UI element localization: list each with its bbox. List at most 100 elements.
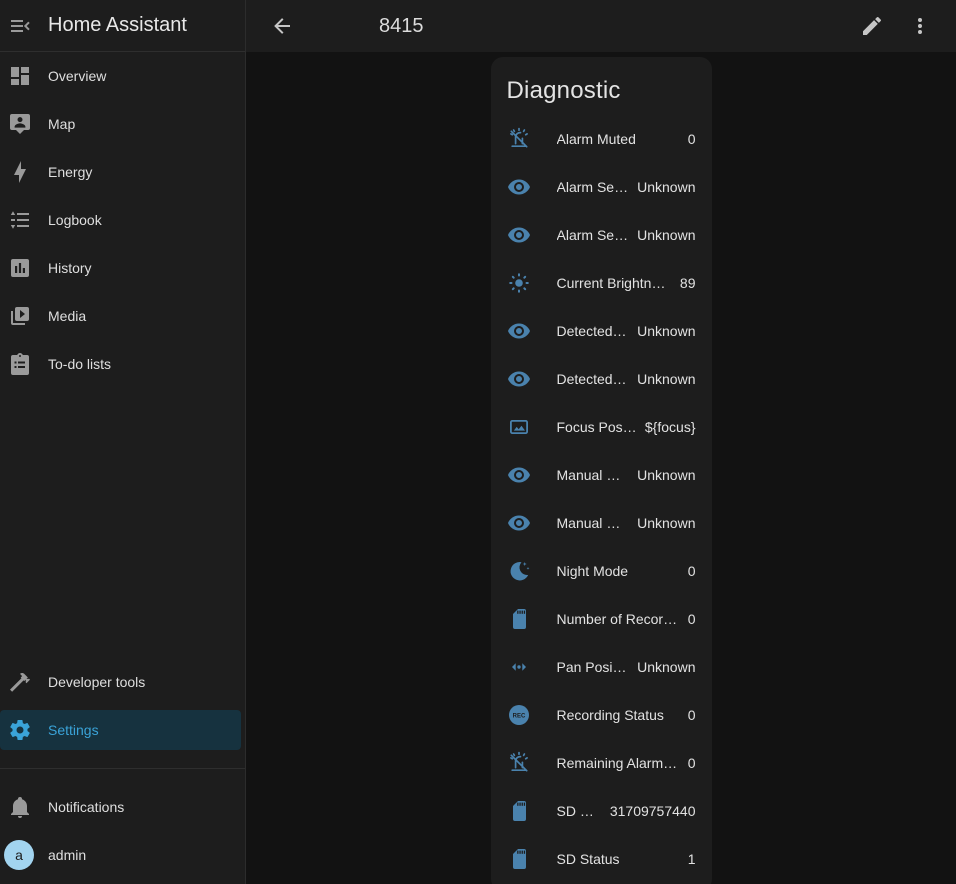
- main-area: 8415 Diagnostic Alarm Muted0Alarm Se…Unk…: [246, 0, 956, 884]
- sd-card-icon: [507, 847, 531, 871]
- alarm-light-off-icon: [507, 751, 531, 775]
- card-title: Diagnostic: [507, 77, 696, 105]
- svg-text:REC: REC: [512, 713, 525, 719]
- toolbar-actions: [860, 14, 932, 38]
- sidebar-item-label: Energy: [48, 164, 92, 180]
- entity-name: Pan Posit…: [557, 659, 630, 675]
- entity-row-recording-status[interactable]: RECRecording Status0: [507, 691, 696, 739]
- entity-name: Focus Pos…: [557, 419, 637, 435]
- entity-value: 31709757440: [610, 803, 696, 819]
- sidebar-item-notifications[interactable]: Notifications: [0, 787, 245, 827]
- entity-value: 0: [688, 707, 696, 723]
- sidebar-item-developer-tools[interactable]: Developer tools: [0, 662, 245, 702]
- entity-value: Unknown: [637, 467, 695, 483]
- tooltip-account-icon: [8, 112, 32, 136]
- sidebar-item-to-do-lists[interactable]: To-do lists: [0, 344, 245, 384]
- sidebar-item-media[interactable]: Media: [0, 296, 245, 336]
- entity-row-detected[interactable]: Detected … Unknown: [507, 307, 696, 355]
- eye-icon: [507, 319, 531, 343]
- entity-row-number-of-recor[interactable]: Number of Recor… 0: [507, 595, 696, 643]
- entity-list: Alarm Muted0Alarm Se…UnknownAlarm Se…Unk…: [507, 115, 696, 883]
- eye-icon: [507, 175, 531, 199]
- cog-icon: [8, 718, 32, 742]
- alarm-light-off-icon: [507, 127, 531, 151]
- entity-name: Current Brightne…: [557, 275, 672, 291]
- entity-row-focus-pos[interactable]: Focus Pos…${focus}: [507, 403, 696, 451]
- entity-value: Unknown: [637, 659, 695, 675]
- sidebar-item-label: History: [48, 260, 92, 276]
- entity-value: Unknown: [637, 323, 695, 339]
- overflow-menu-button[interactable]: [908, 14, 932, 38]
- sd-card-icon: [507, 607, 531, 631]
- entity-name: Manual O…: [557, 467, 630, 483]
- chart-box-icon: [8, 256, 32, 280]
- entity-row-night-mode[interactable]: Night Mode0: [507, 547, 696, 595]
- entity-row-detected[interactable]: Detected … Unknown: [507, 355, 696, 403]
- entity-row-alarm-se[interactable]: Alarm Se… Unknown: [507, 163, 696, 211]
- toolbar: 8415: [246, 0, 956, 52]
- sidebar-item-history[interactable]: History: [0, 248, 245, 288]
- bell-icon: [8, 795, 32, 819]
- sidebar-item-label: Overview: [48, 68, 106, 84]
- sidebar-spacer: [0, 388, 245, 658]
- record-rec-icon: REC: [507, 703, 531, 727]
- sidebar: Home Assistant Overview Map Energy Logbook H…: [0, 0, 246, 884]
- sidebar-item-map[interactable]: Map: [0, 104, 245, 144]
- entity-name: Alarm Se…: [557, 227, 630, 243]
- play-box-multiple-icon: [8, 304, 32, 328]
- sidebar-bottom-nav: Developer tools Settings: [0, 658, 245, 754]
- entity-value: Unknown: [637, 515, 695, 531]
- sidebar-item-label: Notifications: [48, 799, 124, 815]
- entity-name: Manual O…: [557, 515, 630, 531]
- user-name: admin: [48, 847, 86, 863]
- entity-value: Unknown: [637, 179, 695, 195]
- sidebar-item-profile[interactable]: a admin: [0, 835, 245, 875]
- eye-icon: [507, 223, 531, 247]
- entity-row-alarm-muted[interactable]: Alarm Muted0: [507, 115, 696, 163]
- edit-dashboard-button[interactable]: [860, 14, 884, 38]
- sidebar-item-label: Developer tools: [48, 674, 145, 690]
- entity-value: 0: [688, 611, 696, 627]
- sidebar-item-label: To-do lists: [48, 356, 111, 372]
- pan-horizontal-icon: [507, 655, 531, 679]
- sidebar-footer-nav: Notifications: [0, 783, 245, 831]
- entity-row-remaining-alarm[interactable]: Remaining Alarm … 0: [507, 739, 696, 787]
- entity-name: Remaining Alarm …: [557, 755, 680, 771]
- entity-name: Alarm Se…: [557, 179, 630, 195]
- entity-value: 1: [688, 851, 696, 867]
- sidebar-item-energy[interactable]: Energy: [0, 152, 245, 192]
- entity-value: Unknown: [637, 371, 695, 387]
- entity-row-sd-s[interactable]: SD S… 31709757440: [507, 787, 696, 835]
- lightning-bolt-icon: [8, 160, 32, 184]
- entity-row-alarm-se[interactable]: Alarm Se…Unknown: [507, 211, 696, 259]
- back-button[interactable]: [270, 14, 294, 38]
- entity-value: 0: [688, 563, 696, 579]
- weather-night-icon: [507, 559, 531, 583]
- sidebar-item-settings[interactable]: Settings: [0, 710, 241, 750]
- entity-row-current-brightne[interactable]: Current Brightne…89: [507, 259, 696, 307]
- entity-name: Alarm Muted: [557, 131, 680, 147]
- sidebar-item-label: Map: [48, 116, 75, 132]
- clipboard-list-icon: [8, 352, 32, 376]
- sidebar-item-label: Settings: [48, 722, 99, 738]
- entity-row-pan-posit[interactable]: Pan Posit… Unknown: [507, 643, 696, 691]
- entity-name: Number of Recor…: [557, 611, 680, 627]
- sidebar-item-label: Logbook: [48, 212, 102, 228]
- sidebar-divider: [0, 768, 245, 769]
- entity-name: Detected …: [557, 323, 630, 339]
- hammer-icon: [8, 670, 32, 694]
- sidebar-item-logbook[interactable]: Logbook: [0, 200, 245, 240]
- entity-row-manual-o[interactable]: Manual O… Unknown: [507, 451, 696, 499]
- user-avatar: a: [4, 840, 34, 870]
- sidebar-header: Home Assistant: [0, 0, 245, 52]
- menu-toggle-icon[interactable]: [8, 14, 32, 38]
- eye-icon: [507, 367, 531, 391]
- entity-row-manual-o[interactable]: Manual O… Unknown: [507, 499, 696, 547]
- entity-name: SD S…: [557, 803, 602, 819]
- entity-name: Detected …: [557, 371, 630, 387]
- sidebar-main-nav: Overview Map Energy Logbook History Media To-d…: [0, 52, 245, 388]
- entity-row-sd-status[interactable]: SD Status1: [507, 835, 696, 883]
- entity-value: 0: [688, 755, 696, 771]
- sidebar-item-overview[interactable]: Overview: [0, 56, 245, 96]
- view-dashboard-icon: [8, 64, 32, 88]
